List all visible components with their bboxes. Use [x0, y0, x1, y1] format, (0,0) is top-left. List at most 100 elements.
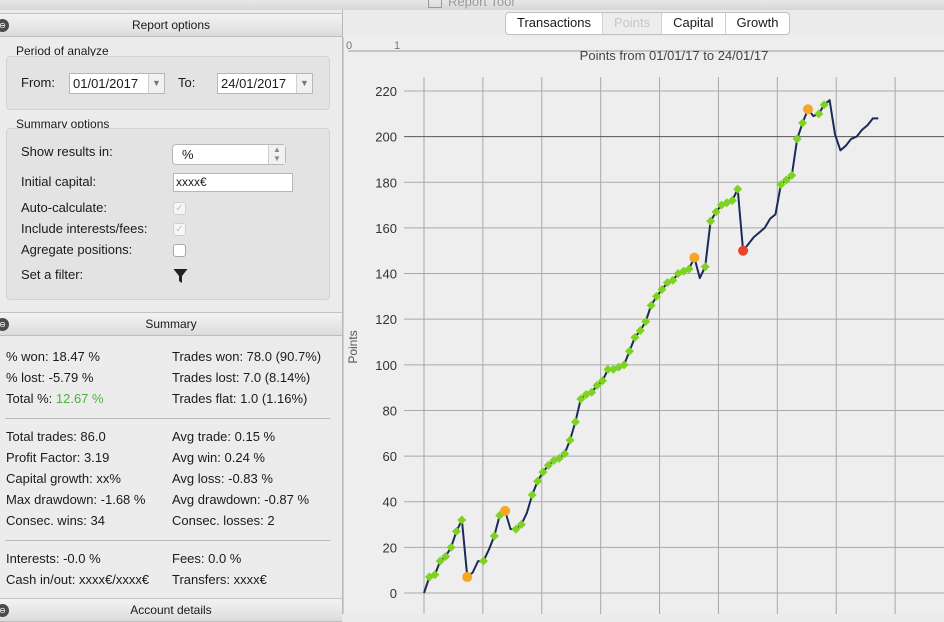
trades-lost: Trades lost: 7.0 (8.14%) — [172, 370, 311, 385]
set-filter-label: Set a filter: — [21, 267, 84, 282]
window-title: Report Tool — [448, 0, 515, 9]
transfers: Transfers: xxxx€ — [172, 572, 267, 587]
loss-trade-marker — [689, 252, 700, 263]
consec-wins: Consec. wins: 34 — [6, 513, 105, 528]
aggregate-positions-checkbox[interactable] — [173, 244, 186, 257]
aggregate-positions-label: Agregate positions: — [21, 242, 133, 257]
y-tick-label: 0 — [390, 586, 397, 601]
divider — [5, 540, 330, 541]
interests: Interests: -0.0 % — [6, 551, 101, 566]
points-chart: 0 1 Points from 01/01/17 to 24/01/17 0 20 40 6… — [346, 40, 944, 614]
y-tick-label: 40 — [383, 495, 397, 510]
collapse-icon[interactable]: ⊖ — [0, 318, 9, 331]
y-tick-label: 200 — [375, 130, 397, 145]
win-trade-marker — [451, 526, 461, 536]
total-pct: Total %: 12.67 % — [6, 391, 104, 406]
range-slider-max-label: 1 — [394, 40, 400, 52]
y-tick-label: 120 — [375, 312, 397, 327]
win-trade-marker — [646, 300, 656, 310]
trades-flat: Trades flat: 1.0 (1.16%) — [172, 391, 308, 406]
avg-loss: Avg loss: -0.83 % — [172, 471, 273, 486]
summary-header[interactable]: ⊖ Summary — [0, 312, 342, 336]
to-label: To: — [178, 75, 196, 90]
tab-points[interactable]: Points — [602, 13, 663, 34]
show-results-value: % — [182, 147, 194, 162]
filter-icon[interactable] — [173, 268, 188, 284]
to-date-value: 24/01/2017 — [221, 76, 287, 91]
divider — [5, 418, 330, 419]
capital-growth: Capital growth: xx% — [6, 471, 121, 486]
show-results-label: Show results in: — [21, 144, 113, 159]
tab-transactions[interactable]: Transactions — [506, 13, 603, 34]
total-pct-label: Total %: — [6, 391, 53, 406]
win-trade-marker — [792, 134, 802, 144]
avg-win: Avg win: 0.24 % — [172, 450, 265, 465]
lost-pct: % lost: -5.79 % — [6, 370, 94, 385]
y-tick-label: 100 — [375, 358, 397, 373]
win-trade-marker — [733, 184, 743, 194]
from-date-field[interactable]: 01/01/2017 ▼ — [69, 73, 165, 94]
auto-calculate-checkbox[interactable]: ✓ — [173, 202, 186, 215]
y-axis-label: Points — [346, 330, 360, 363]
loss-trade-marker — [500, 505, 511, 516]
consec-losses: Consec. losses: 2 — [172, 513, 275, 528]
win-trade-marker — [570, 417, 580, 427]
total-pct-value: 12.67 % — [55, 391, 104, 406]
win-trade-marker — [478, 556, 488, 566]
period-group: From: 01/01/2017 ▼ To: 24/01/2017 ▼ — [6, 56, 330, 110]
to-date-field[interactable]: 24/01/2017 ▼ — [217, 73, 313, 94]
show-results-select[interactable]: % ▲ ▼ — [172, 144, 286, 165]
from-date-value: 01/01/2017 — [73, 76, 139, 91]
from-label: From: — [21, 75, 55, 90]
win-trade-marker — [700, 262, 710, 272]
chevron-down-icon[interactable]: ▼ — [296, 74, 312, 93]
win-trade-marker — [565, 435, 575, 445]
tab-growth[interactable]: Growth — [726, 13, 790, 34]
win-trade-marker — [527, 490, 537, 500]
right-pane: Transactions Points Capital Growth 0 1 Poi… — [343, 10, 944, 614]
y-tick-label: 220 — [375, 84, 397, 99]
window-titlebar: Report Tool — [0, 0, 944, 10]
total-trades: Total trades: 86.0 — [6, 429, 106, 444]
summary-title: Summary — [145, 317, 197, 331]
account-details-header[interactable]: ⊖ Account details — [0, 598, 342, 622]
profit-factor: Profit Factor: 3.19 — [6, 450, 110, 465]
app-icon — [428, 0, 442, 8]
collapse-icon[interactable]: ⊖ — [0, 604, 9, 617]
avg-trade: Avg trade: 0.15 % — [172, 429, 276, 444]
cash-in-out: Cash in/out: xxxx€/xxxx€ — [6, 572, 150, 587]
won-pct: % won: 18.47 % — [6, 349, 100, 364]
loss-trade-marker — [802, 104, 813, 115]
loss-trade-marker — [462, 572, 473, 583]
win-trade-marker — [641, 316, 651, 326]
win-trade-marker — [446, 542, 456, 552]
win-trade-marker — [798, 118, 808, 128]
win-trade-marker — [457, 515, 467, 525]
include-interests-checkbox[interactable]: ✓ — [173, 223, 186, 236]
y-tick-label: 140 — [375, 267, 397, 282]
account-details-title: Account details — [130, 603, 212, 617]
summary-options-group: Show results in: % ▲ ▼ Initial capital: x… — [6, 128, 330, 300]
initial-capital-input[interactable]: xxxx€ — [173, 173, 293, 192]
avg-drawdown: Avg drawdown: -0.87 % — [172, 492, 310, 507]
updown-chevron-icon[interactable]: ▲ ▼ — [268, 145, 285, 164]
initial-capital-label: Initial capital: — [21, 174, 97, 189]
view-tabs: Transactions Points Capital Growth — [505, 12, 791, 35]
y-tick-label: 60 — [383, 449, 397, 464]
max-drawdown: Max drawdown: -1.68 % — [6, 492, 146, 507]
chart-title: Points from 01/01/17 to 24/01/17 — [580, 48, 769, 63]
win-trade-marker — [533, 476, 543, 486]
win-trade-marker — [706, 216, 716, 226]
collapse-icon[interactable]: ⊖ — [0, 19, 9, 32]
range-slider-min-label: 0 — [346, 40, 352, 52]
tab-capital[interactable]: Capital — [662, 13, 726, 34]
y-tick-label: 180 — [375, 175, 397, 190]
y-tick-label: 80 — [383, 403, 397, 418]
chevron-down-icon[interactable]: ▼ — [148, 74, 164, 93]
fees: Fees: 0.0 % — [172, 551, 242, 566]
chart-area: 0 1 Points from 01/01/17 to 24/01/17 0 20 40 6… — [343, 37, 944, 614]
left-pane: ⊖ Report options Period of analyze From:… — [0, 10, 343, 622]
auto-calculate-label: Auto-calculate: — [21, 200, 107, 215]
report-options-title: Report options — [131, 18, 211, 32]
report-options-header[interactable]: ⊖ Report options — [0, 13, 342, 37]
